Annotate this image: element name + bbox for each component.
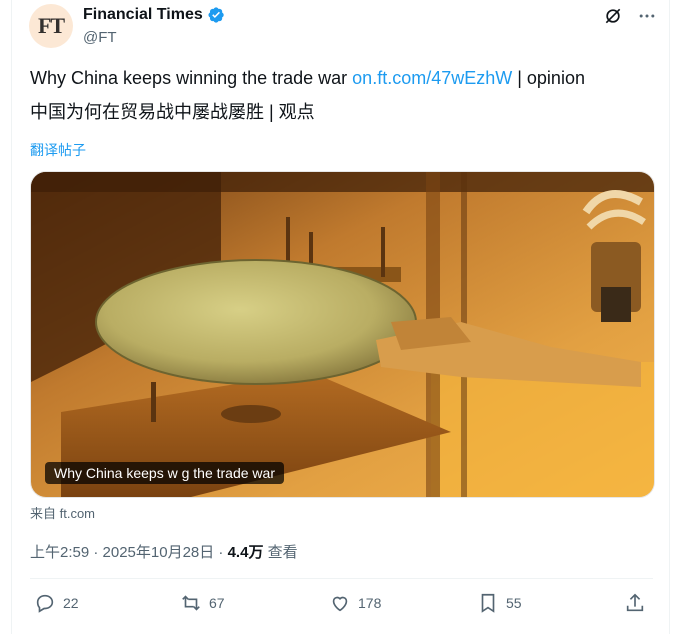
top-actions (603, 6, 657, 26)
divider-right (669, 0, 670, 634)
post-meta: 上午2:59 · 2025年10月28日 · 4.4万 查看 (30, 541, 298, 562)
post-text: Why China keeps winning the trade war on… (30, 66, 585, 90)
like-count: 178 (358, 595, 382, 611)
like-icon (332, 596, 348, 612)
reply-count: 22 (63, 595, 79, 611)
post-time[interactable]: 上午2:59 · 2025年10月28日 · (30, 544, 228, 561)
view-label: 查看 (263, 544, 298, 561)
grok-icon[interactable] (603, 6, 623, 26)
avatar-text: FT (37, 13, 65, 38)
card-image (31, 172, 654, 497)
author-name-row: Financial Times (83, 6, 225, 24)
bookmark-count: 55 (506, 595, 522, 611)
repost-button[interactable]: 67 (180, 592, 225, 614)
repost-icon (182, 595, 200, 611)
post-text-cn: 中国为何在贸易战中屡战屡胜 | 观点 (30, 102, 315, 122)
like-button[interactable]: 178 (329, 592, 381, 614)
bookmark-button[interactable]: 55 (477, 592, 522, 614)
link-card[interactable]: Why China keeps w g the trade war (30, 171, 655, 498)
post-link[interactable]: on.ft.com/47wEzhW (352, 68, 512, 88)
reply-icon (36, 594, 54, 613)
tweet: FT Financial Times @FT Why China keeps w… (0, 0, 694, 634)
post-text-suffix: | opinion (512, 68, 585, 88)
view-count: 4.4万 (227, 544, 264, 561)
card-caption: Why China keeps w g the trade war (45, 462, 284, 484)
repost-count: 67 (209, 595, 225, 611)
card-source[interactable]: 来自 ft.com (30, 503, 95, 522)
divider-left (11, 0, 12, 634)
reply-button[interactable]: 22 (34, 592, 79, 614)
post-text-prefix: Why China keeps winning the trade war (30, 68, 353, 88)
bookmark-icon (481, 593, 495, 613)
share-button[interactable] (624, 592, 646, 614)
actions-divider (30, 578, 653, 579)
translate-post-link[interactable]: 翻译帖子 (30, 140, 86, 160)
verified-badge-icon (207, 6, 225, 24)
action-bar: 22 67 178 55 (30, 592, 653, 618)
share-icon (626, 593, 644, 612)
author-handle[interactable]: @FT (83, 29, 117, 46)
more-icon[interactable] (637, 6, 657, 26)
avatar[interactable]: FT (29, 4, 73, 48)
author-name[interactable]: Financial Times (83, 6, 203, 24)
